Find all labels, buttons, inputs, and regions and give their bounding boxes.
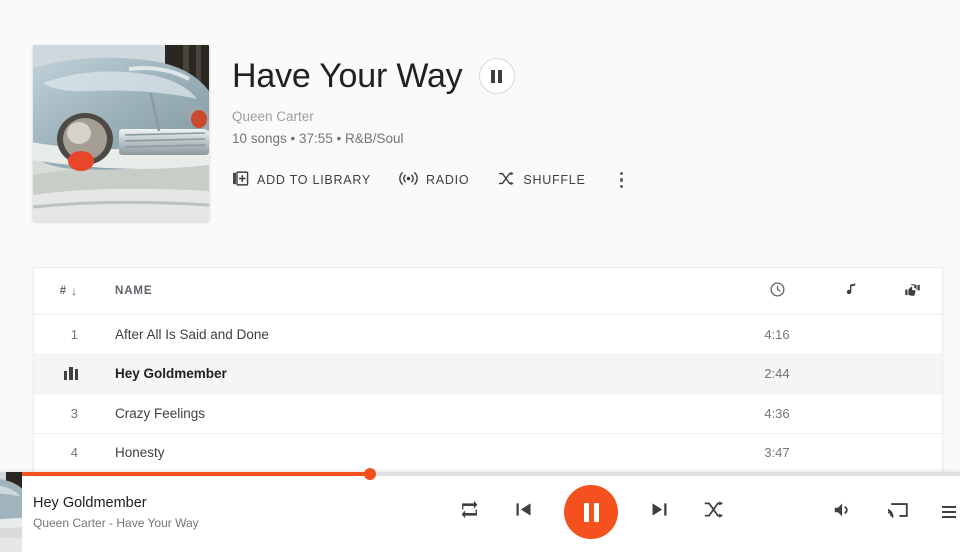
radio-button[interactable]: RADIO (399, 166, 469, 194)
track-number: 3 (70, 405, 78, 421)
shuffle-button[interactable]: SHUFFLE (497, 166, 585, 194)
album-title-row: Have Your Way (232, 55, 629, 97)
table-row[interactable]: 4 Honesty 3:47 (34, 434, 942, 473)
play-pause-button[interactable] (564, 485, 618, 539)
sort-descending-icon: ↓ (71, 284, 78, 298)
repeat-button[interactable] (456, 499, 482, 525)
radio-icon (399, 170, 418, 190)
player-controls (352, 485, 830, 539)
album-header: Have Your Way Queen Carter 10 songs • 37… (0, 0, 960, 221)
track-duration: 4:16 (764, 326, 790, 342)
column-header-rating[interactable] (882, 281, 942, 302)
now-playing-info: Hey Goldmember Queen Carter - Have Your … (22, 493, 352, 532)
cast-button[interactable] (883, 499, 912, 526)
clock-icon (769, 281, 786, 301)
pause-icon (491, 69, 502, 83)
track-duration: 4:36 (764, 405, 790, 421)
player-shuffle-button[interactable] (700, 499, 726, 525)
add-to-library-label: ADD TO LIBRARY (257, 173, 372, 187)
column-header-duration[interactable] (732, 281, 822, 301)
tracklist-header-row: # ↓ NAME (34, 268, 942, 315)
player-bar: Hey Goldmember Queen Carter - Have Your … (0, 468, 960, 552)
next-track-button[interactable] (646, 499, 672, 525)
repeat-icon (459, 499, 480, 525)
table-row[interactable]: Hey Goldmember 2:44 (34, 354, 942, 394)
add-to-library-button[interactable]: ADD TO LIBRARY (232, 166, 371, 194)
more-vertical-icon[interactable] (614, 168, 630, 193)
progress-bar-track[interactable] (0, 468, 960, 480)
album-art-image (33, 45, 209, 221)
tracklist-card: # ↓ NAME 1 After All Is Said and Done 4:… (33, 267, 943, 473)
radio-label: RADIO (426, 173, 470, 187)
queue-button[interactable] (942, 506, 956, 518)
progress-bar-fill (0, 472, 370, 476)
now-playing-title: Hey Goldmember (33, 494, 147, 511)
track-duration: 2:44 (764, 366, 790, 382)
now-playing-subtitle: Queen Carter - Have Your Way (33, 515, 199, 530)
next-track-icon (649, 499, 670, 525)
volume-icon (832, 499, 854, 526)
album-play-pause-button[interactable] (478, 58, 515, 94)
volume-button[interactable] (830, 499, 856, 525)
cast-icon (883, 499, 910, 526)
column-header-number[interactable]: # ↓ (34, 284, 86, 298)
column-header-name[interactable]: NAME (86, 285, 732, 297)
album-actions: ADD TO LIBRARY RADIO SHUFFLE (232, 166, 629, 194)
album-artist[interactable]: Queen Carter (232, 108, 629, 126)
track-duration: 3:47 (764, 445, 790, 461)
player-right-controls (830, 499, 960, 525)
album-art[interactable] (33, 45, 209, 221)
now-playing-equalizer-icon (34, 367, 86, 381)
progress-bar-knob[interactable] (363, 468, 376, 480)
pause-icon (583, 502, 599, 522)
table-row[interactable]: 1 After All Is Said and Done 4:16 (34, 315, 942, 355)
track-name: Honesty (115, 445, 165, 461)
tracklist-rows: 1 After All Is Said and Done 4:16 Hey Goldm… (34, 315, 942, 473)
table-row[interactable]: 3 Crazy Feelings 4:36 (34, 394, 942, 434)
track-name: After All Is Said and Done (115, 326, 269, 342)
shuffle-icon (497, 170, 515, 190)
album-info: Have Your Way Queen Carter 10 songs • 37… (209, 45, 629, 221)
now-playing-thumbnail[interactable] (0, 472, 22, 552)
now-playing-thumbnail-image (0, 472, 22, 552)
column-header-plays[interactable] (822, 281, 882, 301)
page-title: Have Your Way (232, 57, 463, 95)
track-name: Hey Goldmember (115, 366, 227, 382)
track-number: 1 (70, 326, 78, 342)
previous-track-button[interactable] (510, 499, 536, 525)
shuffle-label: SHUFFLE (523, 173, 586, 187)
previous-track-icon (513, 499, 534, 525)
album-meta: 10 songs • 37:55 • R&B/Soul (232, 131, 404, 146)
track-number: 4 (70, 445, 78, 461)
number-symbol: # (59, 285, 68, 297)
add-to-library-icon (232, 170, 249, 190)
track-name: Crazy Feelings (115, 405, 206, 421)
shuffle-icon (703, 499, 724, 525)
music-note-icon (844, 281, 860, 301)
thumbs-up-down-icon (903, 281, 922, 302)
